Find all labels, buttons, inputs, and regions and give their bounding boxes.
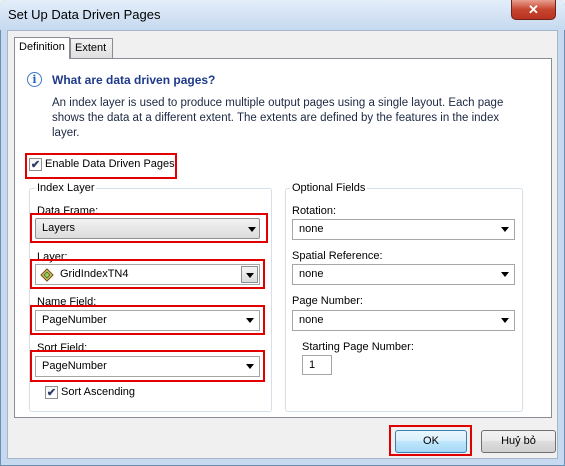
layer-select[interactable]: GridIndexTN4 [35,264,260,285]
chevron-down-icon [501,272,509,277]
close-icon: ✕ [528,2,539,17]
spatial-reference-select[interactable]: none [292,264,515,285]
info-icon: i [27,72,42,87]
name-field-select[interactable]: PageNumber [35,310,260,331]
chevron-down-icon [248,227,256,232]
page-number-label: Page Number: [292,295,363,307]
enable-ddp-label: Enable Data Driven Pages [45,158,175,170]
chevron-down-icon [246,318,254,323]
starting-page-number-input[interactable]: 1 [302,355,332,375]
window-title: Set Up Data Driven Pages [8,7,161,22]
chevron-down-icon [246,364,254,369]
page-number-value: none [299,314,324,326]
data-frame-value: Layers [42,222,76,234]
info-heading: What are data driven pages? [52,73,216,87]
polygon-layer-icon [40,268,54,282]
layer-value: GridIndexTN4 [60,268,129,280]
layer-dropdown-button[interactable] [241,266,258,283]
rotation-value: none [299,223,324,235]
enable-ddp-checkbox[interactable]: ✔ [29,158,42,171]
page-number-select[interactable]: none [292,310,515,331]
rotation-label: Rotation: [292,205,337,217]
chevron-down-icon [501,318,509,323]
sort-field-value: PageNumber [42,360,107,372]
tab-extent[interactable]: Extent [70,38,113,58]
spatial-reference-value: none [299,268,324,280]
starting-page-number-label: Starting Page Number: [302,341,414,353]
sort-ascending-label: Sort Ascending [61,386,135,398]
spatial-reference-label: Spatial Reference: [292,250,383,262]
cancel-button[interactable]: Huỷ bỏ [481,430,556,453]
chevron-down-icon [246,273,254,278]
index-layer-group-title: Index Layer [35,182,97,194]
ok-button[interactable]: OK [395,430,467,453]
rotation-select[interactable]: none [292,219,515,240]
sort-field-select[interactable]: PageNumber [35,356,260,377]
checkmark-icon: ✔ [30,159,41,171]
tab-definition[interactable]: Definition [14,37,70,59]
data-frame-select[interactable]: Layers [35,218,260,239]
checkmark-icon: ✔ [46,387,57,399]
name-field-value: PageNumber [42,314,107,326]
optional-fields-group-title: Optional Fields [290,182,368,194]
close-button[interactable]: ✕ [511,0,556,20]
sort-ascending-checkbox[interactable]: ✔ [45,386,58,399]
info-description: An index layer is used to produce multip… [52,97,504,139]
starting-page-number-value: 1 [309,359,316,371]
chevron-down-icon [501,227,509,232]
